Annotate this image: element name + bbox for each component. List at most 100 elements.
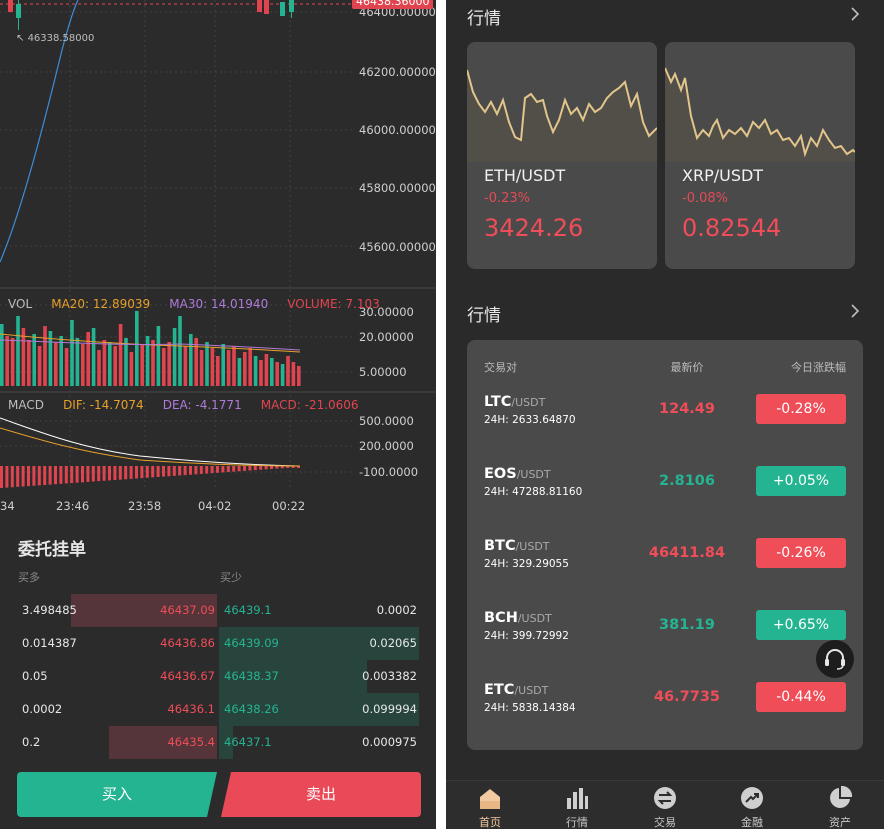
volume-bar	[75, 338, 80, 386]
tab-market[interactable]: 行情	[547, 781, 607, 829]
candle	[280, 2, 285, 16]
axis-tick-label: 200.0000	[359, 439, 414, 453]
macd-bar	[102, 466, 106, 481]
volume-bar	[232, 346, 236, 386]
macd-bar	[178, 466, 182, 476]
macd-bar	[259, 466, 263, 470]
market-row-btc[interactable]: BTC/USDT 24H: 329.29055 46411.84 -0.26%	[467, 538, 863, 590]
macd-bar	[270, 466, 273, 469]
macd-bar	[151, 466, 155, 478]
kline-chart[interactable]: 46400.0000046200.0000046000.0000045800.0…	[0, 0, 436, 520]
macd-value: MACD: -21.0606	[260, 398, 359, 412]
macd-bar	[156, 466, 160, 477]
buy-button[interactable]: 买入	[17, 772, 217, 817]
pair-last-price: 381.19	[659, 617, 715, 633]
macd-bar	[124, 466, 128, 480]
sell-header: 买少	[220, 571, 242, 584]
macd-bar	[5, 466, 9, 488]
market-card-xrp[interactable]: XRP/USDT -0.08% 0.82544	[665, 42, 855, 269]
buy-amount: 0.2	[22, 735, 41, 749]
axis-tick-label: 5.00000	[359, 365, 407, 379]
volume-bar	[0, 324, 4, 386]
volume-bar	[226, 350, 231, 386]
macd-bar	[199, 466, 203, 474]
sell-amount: 0.003382	[362, 669, 417, 683]
order-book-row[interactable]: 0.014387 46436.86 46439.09 0.02065	[17, 627, 421, 660]
sell-button[interactable]: 卖出	[221, 772, 421, 817]
volume-bar	[70, 320, 74, 386]
volume-bar	[124, 338, 128, 386]
volume-bar	[135, 311, 139, 386]
order-book-row[interactable]: 0.05 46436.67 46438.37 0.003382	[17, 660, 421, 693]
macd-bar	[97, 466, 101, 482]
macd-bar	[27, 466, 30, 487]
buy-amount: 0.014387	[22, 636, 77, 650]
volume-bar	[27, 340, 31, 386]
change-badge: -0.44%	[756, 682, 846, 712]
order-book-row[interactable]: 0.0002 46436.1 46438.26 0.099994	[17, 693, 421, 726]
market-row-bch[interactable]: BCH/USDT 24H: 399.72992 381.19 +0.65%	[467, 610, 863, 662]
market-section-title: 行情	[467, 9, 501, 29]
customer-support-button[interactable]	[816, 640, 854, 678]
pair-base: EOS	[484, 466, 517, 482]
tab-assets[interactable]: 资产	[810, 781, 870, 829]
volume-bar	[205, 342, 209, 386]
ma30-value: MA30: 14.01940	[169, 297, 269, 311]
home-icon	[480, 789, 500, 809]
exchange-icon	[654, 787, 676, 809]
sell-amount: 0.099994	[362, 702, 417, 716]
macd-bar	[118, 466, 122, 480]
price-axis: 46400.0000046200.0000046000.0000045800.0…	[359, 5, 436, 254]
low-price-marker: ↖ 46338.58000	[16, 33, 95, 44]
tab-label: 行情	[566, 816, 588, 829]
order-book-row[interactable]: 3.498485 46437.09 46439.1 0.0002	[17, 594, 421, 627]
chevron-right-icon[interactable]	[848, 6, 862, 22]
volume-bar	[118, 324, 123, 386]
buy-price: 46436.1	[167, 702, 215, 716]
change-badge: -0.28%	[756, 394, 846, 424]
tab-finance[interactable]: 金融	[722, 781, 782, 829]
tab-home[interactable]: 首页	[460, 781, 520, 829]
bottom-tab-bar: 首页 行情 交易 金融 资产	[446, 780, 884, 829]
macd-bar	[237, 466, 241, 472]
volume-bar	[91, 328, 96, 386]
macd-bar	[264, 466, 268, 470]
macd-bar	[86, 466, 90, 482]
xrp-sparkline	[665, 67, 855, 162]
tab-trade[interactable]: 交易	[635, 781, 695, 829]
macd-bar	[21, 466, 25, 487]
market-row-eos[interactable]: EOS/USDT 24H: 47288.81160 2.8106 +0.05%	[467, 466, 863, 518]
volume-bar	[129, 352, 134, 386]
macd-bar	[232, 466, 236, 472]
volume-bar	[221, 344, 225, 386]
volume-bar	[253, 356, 258, 386]
trade-panel: 46400.00000 46200.00000 46000.00000 45800.0…	[0, 0, 436, 829]
change-badge: +0.65%	[756, 610, 846, 640]
axis-tick-label: 45800.00000	[359, 181, 436, 195]
order-book-title: 委托挂单	[18, 540, 86, 560]
market-row-ltc[interactable]: LTC/USDT 24H: 2633.64870 124.49 -0.28%	[467, 394, 863, 446]
macd-bar	[189, 466, 192, 475]
market-list-title: 行情	[467, 306, 501, 326]
volume-bar	[10, 338, 15, 386]
headset-icon	[825, 649, 845, 670]
order-book-row[interactable]: 0.2 46435.4 46437.1 0.000975	[17, 726, 421, 759]
pair-base: BCH	[484, 610, 518, 626]
volume-bar	[167, 342, 171, 386]
macd-bar	[205, 466, 209, 474]
macd-bar	[10, 466, 14, 488]
macd-bar	[253, 466, 257, 471]
volume-bar	[64, 348, 69, 386]
axis-tick-label: -100.0000	[359, 465, 418, 479]
time-tick-label: 34	[0, 499, 15, 513]
macd-bar	[43, 466, 47, 485]
sell-price: 46439.09	[224, 636, 279, 650]
tab-label: 交易	[654, 816, 676, 829]
pair-base: LTC	[484, 394, 512, 410]
chevron-right-icon[interactable]	[848, 303, 862, 319]
buy-price: 46435.4	[167, 735, 215, 749]
volume-bar	[59, 336, 63, 386]
market-table: 交易对 最新价 今日涨跌幅 LTC/USDT 24H: 2633.64870 1…	[467, 340, 863, 750]
market-card-eth[interactable]: ETH/USDT -0.23% 3424.26	[467, 42, 657, 269]
market-row-etc[interactable]: ETC/USDT 24H: 5838.14384 46.7735 -0.44%	[467, 682, 863, 734]
